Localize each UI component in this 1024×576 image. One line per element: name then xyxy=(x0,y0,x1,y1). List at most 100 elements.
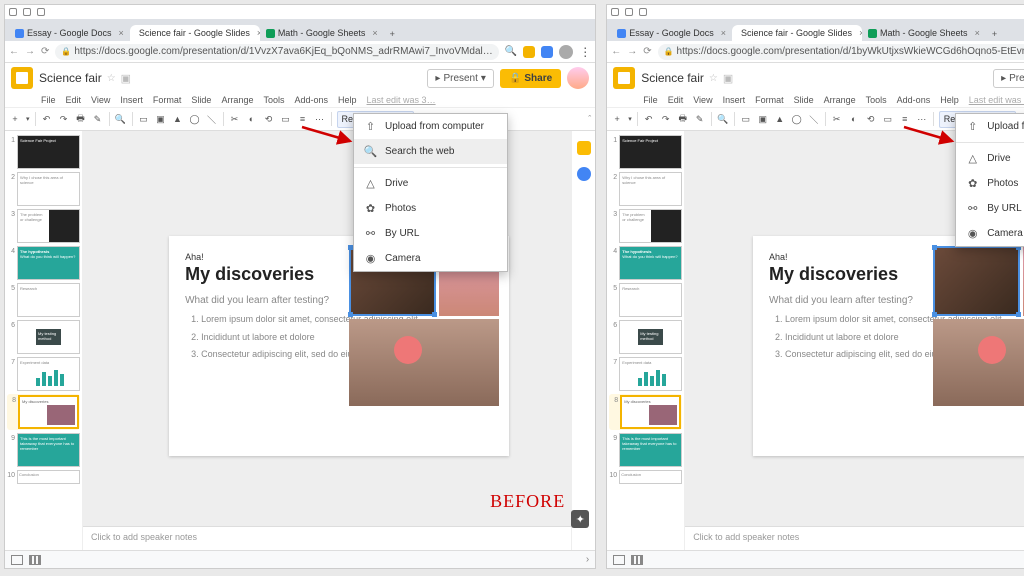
thumb-2[interactable]: Why I chose this area of science xyxy=(17,172,80,206)
document-title[interactable]: Science fair xyxy=(641,71,704,85)
redo-button[interactable]: ↷ xyxy=(58,113,70,125)
thumb-6[interactable]: My testing method xyxy=(17,320,80,354)
slide-thumbnails[interactable]: 1Science Fair Project 2Why I chose this … xyxy=(5,131,83,550)
present-button[interactable]: ▸ Present ▾ xyxy=(427,69,494,88)
slide-thumbnails[interactable]: 1Science Fair Project 2Why I chose this … xyxy=(607,131,685,550)
zoom-button[interactable]: 🔍 xyxy=(115,113,127,125)
close-tab-icon[interactable]: × xyxy=(119,28,124,38)
image-tool[interactable]: ▲ xyxy=(774,113,786,125)
browser-avatar[interactable] xyxy=(559,45,573,59)
present-button[interactable]: ▸ Present ▾ xyxy=(993,69,1024,88)
thumb-4[interactable]: The hypothesisWhat do you think will hap… xyxy=(619,246,682,280)
new-tab-button[interactable]: + xyxy=(384,27,401,41)
back-button[interactable]: ← xyxy=(9,46,19,57)
slide-image[interactable] xyxy=(349,319,499,406)
thumb-7[interactable]: Experiment data xyxy=(17,357,80,391)
back-button[interactable]: ← xyxy=(611,46,621,57)
slide-image[interactable] xyxy=(933,319,1024,406)
grid-view-icon[interactable] xyxy=(29,555,41,565)
tab-sheets[interactable]: Math - Google Sheets× xyxy=(862,25,986,41)
line-tool[interactable]: ＼ xyxy=(808,113,820,125)
menu-help[interactable]: Help xyxy=(338,95,357,105)
zoom-button[interactable]: 🔍 xyxy=(717,113,729,125)
forward-button[interactable]: → xyxy=(627,46,637,57)
extension-icon[interactable] xyxy=(541,46,553,58)
tab-docs[interactable]: Essay - Google Docs× xyxy=(9,25,130,41)
shape-tool[interactable]: ◯ xyxy=(189,113,201,125)
extension-icon[interactable] xyxy=(523,46,535,58)
mask-button[interactable]: ◐ xyxy=(246,113,258,125)
slide-images[interactable] xyxy=(933,246,1024,406)
shape-tool[interactable]: ◯ xyxy=(791,113,803,125)
image-tool[interactable]: ▲ xyxy=(172,113,184,125)
new-tab-button[interactable]: + xyxy=(986,27,1003,41)
browser-menu-icon[interactable]: ⋮ xyxy=(579,47,591,57)
keep-icon[interactable] xyxy=(577,141,591,155)
mask-button[interactable]: ◐ xyxy=(848,113,860,125)
menu-edit[interactable]: Edit xyxy=(66,95,82,105)
new-slide-button[interactable]: + xyxy=(611,113,623,125)
menu-tools[interactable]: Tools xyxy=(263,95,284,105)
reload-button[interactable]: ⟳ xyxy=(41,46,49,57)
menu-format[interactable]: Format xyxy=(153,95,182,105)
thumb-10[interactable]: Conclusion xyxy=(619,470,682,484)
star-icon[interactable]: ☆ xyxy=(107,73,116,84)
slide-canvas[interactable]: Aha! My discoveries What did you learn a… xyxy=(753,236,1024,456)
search-icon[interactable]: 🔍 xyxy=(505,46,517,57)
menu-help[interactable]: Help xyxy=(940,95,959,105)
thumb-1[interactable]: Science Fair Project xyxy=(619,135,682,169)
menu-addons[interactable]: Add-ons xyxy=(294,95,328,105)
explore-button[interactable]: ✦ xyxy=(571,510,589,528)
expand-icon[interactable]: › xyxy=(586,554,589,565)
reload-button[interactable]: ⟳ xyxy=(643,46,651,57)
address-bar[interactable]: 🔒https://docs.google.com/presentation/d/… xyxy=(658,44,1024,60)
menu-tools[interactable]: Tools xyxy=(866,95,887,105)
close-icon[interactable] xyxy=(37,8,45,16)
menu-upload[interactable]: ⇧Upload from computer xyxy=(956,114,1024,139)
print-button[interactable]: 🖶 xyxy=(75,113,87,125)
grid-view-icon[interactable] xyxy=(631,555,643,565)
new-slide-button[interactable]: + xyxy=(9,113,21,125)
menu-camera[interactable]: ◉Camera xyxy=(354,246,507,271)
document-title[interactable]: Science fair xyxy=(39,71,102,85)
crop-button[interactable]: ✂ xyxy=(229,113,241,125)
crop-button[interactable]: ✂ xyxy=(831,113,843,125)
maximize-icon[interactable] xyxy=(23,8,31,16)
menu-arrange[interactable]: Arrange xyxy=(824,95,856,105)
menu-file[interactable]: File xyxy=(643,95,658,105)
minimize-icon[interactable] xyxy=(9,8,17,16)
tasks-icon[interactable] xyxy=(577,167,591,181)
menu-view[interactable]: View xyxy=(693,95,712,105)
folder-icon[interactable]: ▣ xyxy=(723,72,733,85)
selected-image[interactable] xyxy=(933,246,1020,316)
menu-slide[interactable]: Slide xyxy=(794,95,814,105)
menu-photos[interactable]: ✿Photos xyxy=(956,171,1024,196)
menu-arrange[interactable]: Arrange xyxy=(221,95,253,105)
thumb-4[interactable]: The hypothesisWhat do you think will hap… xyxy=(17,246,80,280)
folder-icon[interactable]: ▣ xyxy=(121,72,131,85)
menu-insert[interactable]: Insert xyxy=(120,95,143,105)
thumb-3[interactable]: The problem or challenge xyxy=(17,209,80,243)
tab-sheets[interactable]: Math - Google Sheets× xyxy=(260,25,384,41)
menu-by-url[interactable]: ⚯By URL xyxy=(354,221,507,246)
menu-drive[interactable]: △Drive xyxy=(956,146,1024,171)
border-color-button[interactable]: ▭ xyxy=(882,113,894,125)
select-tool[interactable]: ▭ xyxy=(138,113,150,125)
filmstrip-view-icon[interactable] xyxy=(613,555,625,565)
paint-format-button[interactable]: ✎ xyxy=(92,113,104,125)
thumb-10[interactable]: Conclusion xyxy=(17,470,80,484)
menu-edit[interactable]: Edit xyxy=(668,95,684,105)
thumb-1[interactable]: Science Fair Project xyxy=(17,135,80,169)
user-avatar[interactable] xyxy=(567,67,589,89)
textbox-tool[interactable]: ▣ xyxy=(155,113,167,125)
reset-button[interactable]: ⟲ xyxy=(263,113,275,125)
maximize-icon[interactable] xyxy=(625,8,633,16)
minimize-icon[interactable] xyxy=(611,8,619,16)
toolbar-chevron-icon[interactable]: ˆ xyxy=(588,114,591,124)
menu-drive[interactable]: △Drive xyxy=(354,171,507,196)
star-icon[interactable]: ☆ xyxy=(709,73,718,84)
share-button[interactable]: 🔒 Share xyxy=(500,69,561,88)
speaker-notes[interactable]: Click to add speaker notes xyxy=(685,526,1024,550)
reset-button[interactable]: ⟲ xyxy=(865,113,877,125)
menu-addons[interactable]: Add-ons xyxy=(897,95,931,105)
